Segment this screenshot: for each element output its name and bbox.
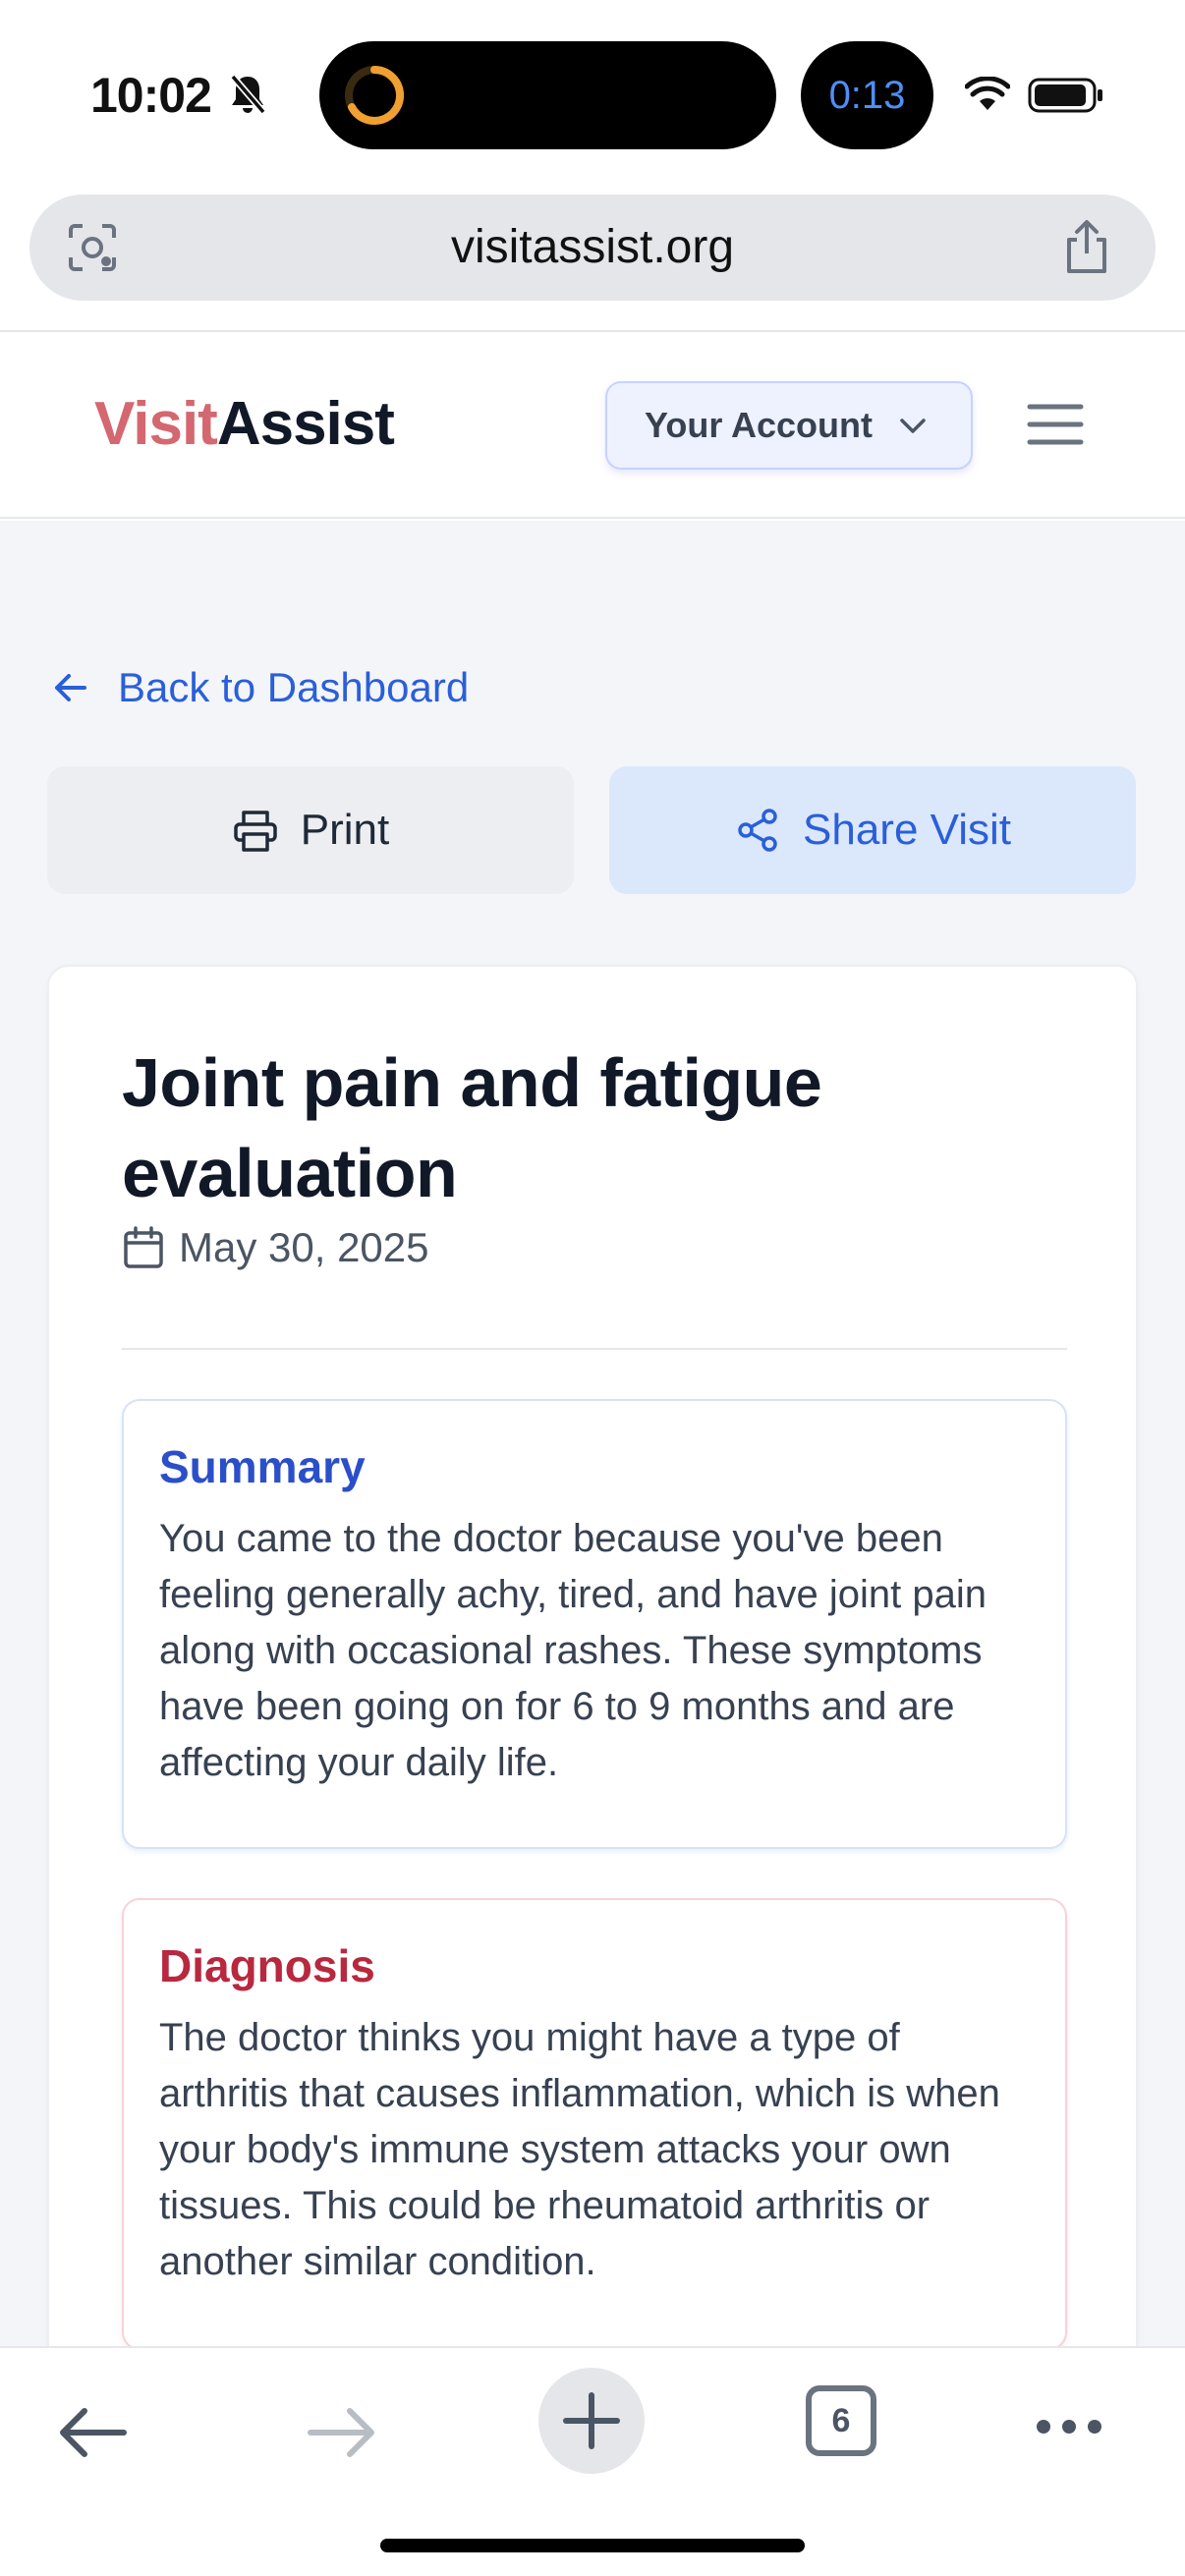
page-content: Back to Dashboard Print Share Visit Join… [0,521,1185,2438]
logo-part-assist: Assist [216,390,395,458]
back-arrow-icon[interactable] [55,2403,130,2462]
calendar-icon [124,1226,163,1268]
app-header: VisitAssist Your Account [0,332,1185,519]
logo-part-visit: Visit [94,390,218,458]
visit-title: Joint pain and fatigue evaluation [122,1044,822,1211]
chevron-down-icon [900,419,926,433]
diagnosis-text: The doctor thinks you might have a type … [159,2016,1000,2283]
arrow-left-icon [55,674,86,701]
bell-slash-icon [230,74,266,115]
summary-heading: Summary [159,1441,366,1492]
url-text[interactable]: visitassist.org [29,220,1156,274]
new-tab-button[interactable] [538,2368,645,2474]
tabs-icon[interactable]: 6 [806,2385,876,2456]
account-dropdown-button[interactable]: Your Account [605,381,973,470]
summary-section: Summary You came to the doctor because y… [122,1399,1067,1849]
battery-icon [1028,78,1102,113]
share-nodes-icon [738,809,777,852]
account-label: Your Account [645,405,873,445]
visit-date-text: May 30, 2025 [179,1224,429,1270]
visit-date: May 30, 2025 [122,1224,429,1271]
share-visit-button[interactable]: Share Visit [609,766,1136,894]
status-bar: 10:02 0:13 [0,0,1185,187]
share-icon[interactable] [1059,218,1114,277]
print-label: Print [300,806,390,854]
plus-icon [563,2392,620,2449]
address-bar[interactable]: visitassist.org [29,195,1156,301]
back-link-label: Back to Dashboard [118,664,470,710]
logo[interactable]: VisitAssist [94,389,395,459]
timer-pill: 0:13 [801,41,933,149]
home-indicator [380,2539,805,2552]
summary-text: You came to the doctor because you've be… [159,1517,988,1784]
forward-arrow-icon[interactable] [305,2403,379,2462]
status-time: 10:02 [90,68,212,123]
wifi-icon [965,77,1010,110]
activity-ring-icon [345,65,405,125]
diagnosis-section: Diagnosis The doctor thinks you might ha… [122,1898,1067,2350]
dynamic-island [319,41,776,149]
diagnosis-heading: Diagnosis [159,1940,375,1991]
hamburger-menu-icon[interactable] [1026,401,1085,448]
back-to-dashboard-link[interactable]: Back to Dashboard [51,664,469,711]
share-visit-label: Share Visit [803,806,1011,854]
visit-card: Joint pain and fatigue evaluation May 30… [47,965,1138,2438]
more-icon[interactable] [1034,2417,1104,2436]
divider [122,1348,1067,1350]
print-button[interactable]: Print [47,766,574,894]
printer-icon [234,811,277,852]
